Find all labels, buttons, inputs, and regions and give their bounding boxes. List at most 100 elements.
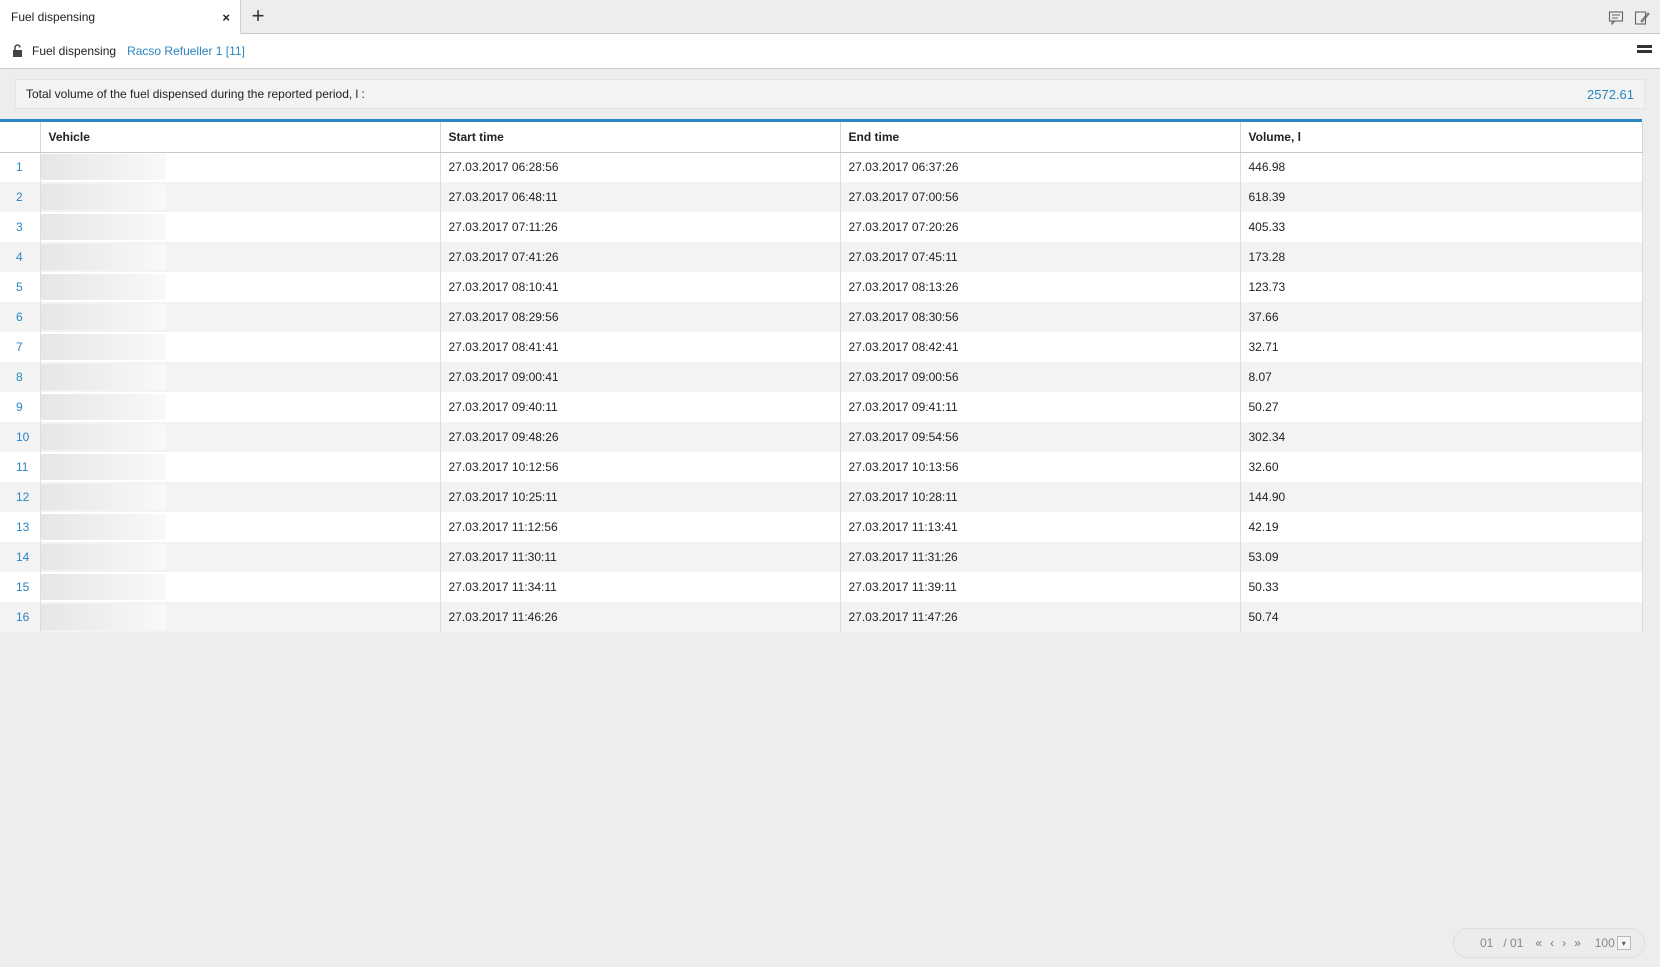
row-number[interactable]: 15 [0,572,41,602]
volume-cell: 50.33 [1240,572,1643,602]
vehicle-name-redacted [40,604,166,630]
add-tab-button[interactable]: + [247,5,269,27]
row-number[interactable]: 14 [0,542,41,572]
report-header: Fuel dispensing Racso Refueller 1 [11] [0,34,1660,69]
start-time-cell: 27.03.2017 10:25:11 [440,482,841,512]
row-number[interactable]: 12 [0,482,41,512]
start-time-cell: 27.03.2017 09:48:26 [440,422,841,452]
table-row[interactable]: 4 27.03.2017 07:41:26 27.03.2017 07:45:11 1… [0,242,1643,272]
vehicle-cell [40,272,441,302]
vehicle-name-redacted [40,304,166,330]
start-time-cell: 27.03.2017 07:41:26 [440,242,841,272]
row-number[interactable]: 1 [0,152,41,182]
row-number[interactable]: 11 [0,452,41,482]
end-time-cell: 27.03.2017 09:00:56 [840,362,1241,392]
volume-cell: 37.66 [1240,302,1643,332]
table-row[interactable]: 9 27.03.2017 09:40:11 27.03.2017 09:41:11 5… [0,392,1643,422]
table-row[interactable]: 11 27.03.2017 10:12:56 27.03.2017 10:13:56… [0,452,1643,482]
start-time-cell: 27.03.2017 10:12:56 [440,452,841,482]
vehicle-cell [40,452,441,482]
table-row[interactable]: 13 27.03.2017 11:12:56 27.03.2017 11:13:41… [0,512,1643,542]
row-number[interactable]: 13 [0,512,41,542]
volume-cell: 618.39 [1240,182,1643,212]
row-number[interactable]: 3 [0,212,41,242]
page-nav: « ‹ › » [1535,936,1580,950]
vehicle-name-redacted [40,544,166,570]
col-header-volume[interactable]: Volume, l [1240,122,1643,153]
summary-label: Total volume of the fuel dispensed durin… [26,87,365,101]
volume-cell: 42.19 [1240,512,1643,542]
row-number[interactable]: 10 [0,422,41,452]
prev-page-icon[interactable]: ‹ [1550,936,1554,950]
end-time-cell: 27.03.2017 08:42:41 [840,332,1241,362]
next-page-icon[interactable]: › [1562,936,1566,950]
unit-link[interactable]: Racso Refueller 1 [11] [127,44,245,58]
table-row[interactable]: 3 27.03.2017 07:11:26 27.03.2017 07:20:26 4… [0,212,1643,242]
start-time-cell: 27.03.2017 11:46:26 [440,602,841,632]
table-row[interactable]: 7 27.03.2017 08:41:41 27.03.2017 08:42:41 3… [0,332,1643,362]
col-header-start-time[interactable]: Start time [440,122,841,153]
table-row[interactable]: 5 27.03.2017 08:10:41 27.03.2017 08:13:26 1… [0,272,1643,302]
col-header-vehicle[interactable]: Vehicle [40,122,441,153]
start-time-cell: 27.03.2017 08:41:41 [440,332,841,362]
start-time-cell: 27.03.2017 09:00:41 [440,362,841,392]
vehicle-cell [40,512,441,542]
close-icon[interactable]: × [222,10,230,25]
tab-bar: Fuel dispensing × + [0,0,1660,34]
table-row[interactable]: 16 27.03.2017 11:46:26 27.03.2017 11:47:26… [0,602,1643,632]
end-time-cell: 27.03.2017 09:54:56 [840,422,1241,452]
vehicle-cell [40,362,441,392]
volume-cell: 50.74 [1240,602,1643,632]
vehicle-name-redacted [40,454,166,480]
first-page-icon[interactable]: « [1535,936,1542,950]
vehicle-name-redacted [40,184,166,210]
vehicle-cell [40,152,441,182]
volume-cell: 123.73 [1240,272,1643,302]
table-row[interactable]: 8 27.03.2017 09:00:41 27.03.2017 09:00:56 8… [0,362,1643,392]
start-time-cell: 27.03.2017 07:11:26 [440,212,841,242]
row-number[interactable]: 8 [0,362,41,392]
table-row[interactable]: 6 27.03.2017 08:29:56 27.03.2017 08:30:56 3… [0,302,1643,332]
page-size-dropdown[interactable]: ▾ [1616,936,1631,950]
volume-cell: 53.09 [1240,542,1643,572]
end-time-cell: 27.03.2017 11:31:26 [840,542,1241,572]
row-number[interactable]: 4 [0,242,41,272]
table-row[interactable]: 1 27.03.2017 06:28:56 27.03.2017 06:37:26 4… [0,152,1643,182]
edit-notes-icon[interactable] [1634,10,1650,26]
table-row[interactable]: 12 27.03.2017 10:25:11 27.03.2017 10:28:11… [0,482,1643,512]
vehicle-name-redacted [40,514,166,540]
row-number[interactable]: 7 [0,332,41,362]
chat-icon[interactable] [1608,10,1624,26]
vehicle-cell [40,302,441,332]
end-time-cell: 27.03.2017 10:13:56 [840,452,1241,482]
table-row[interactable]: 14 27.03.2017 11:30:11 27.03.2017 11:31:26… [0,542,1643,572]
col-header-end-time[interactable]: End time [840,122,1241,153]
volume-cell: 302.34 [1240,422,1643,452]
unlock-icon[interactable] [11,44,25,58]
volume-cell: 32.71 [1240,332,1643,362]
table-row[interactable]: 10 27.03.2017 09:48:26 27.03.2017 09:54:56… [0,422,1643,452]
volume-cell: 446.98 [1240,152,1643,182]
last-page-icon[interactable]: » [1574,936,1581,950]
row-number[interactable]: 5 [0,272,41,302]
vehicle-cell [40,572,441,602]
vehicle-cell [40,332,441,362]
row-number[interactable]: 2 [0,182,41,212]
tab-fuel-dispensing[interactable]: Fuel dispensing × [0,0,241,34]
row-number[interactable]: 6 [0,302,41,332]
row-number[interactable]: 9 [0,392,41,422]
vehicle-cell [40,392,441,422]
table-row[interactable]: 15 27.03.2017 11:34:11 27.03.2017 11:39:11… [0,572,1643,602]
volume-cell: 32.60 [1240,452,1643,482]
vehicle-cell [40,542,441,572]
volume-cell: 8.07 [1240,362,1643,392]
end-time-cell: 27.03.2017 10:28:11 [840,482,1241,512]
end-time-cell: 27.03.2017 07:45:11 [840,242,1241,272]
start-time-cell: 27.03.2017 11:34:11 [440,572,841,602]
volume-cell: 405.33 [1240,212,1643,242]
menu-icon[interactable] [1637,45,1652,58]
table-row[interactable]: 2 27.03.2017 06:48:11 27.03.2017 07:00:56 6… [0,182,1643,212]
row-number[interactable]: 16 [0,602,41,632]
start-time-cell: 27.03.2017 08:10:41 [440,272,841,302]
summary-value: 2572.61 [1587,86,1634,102]
